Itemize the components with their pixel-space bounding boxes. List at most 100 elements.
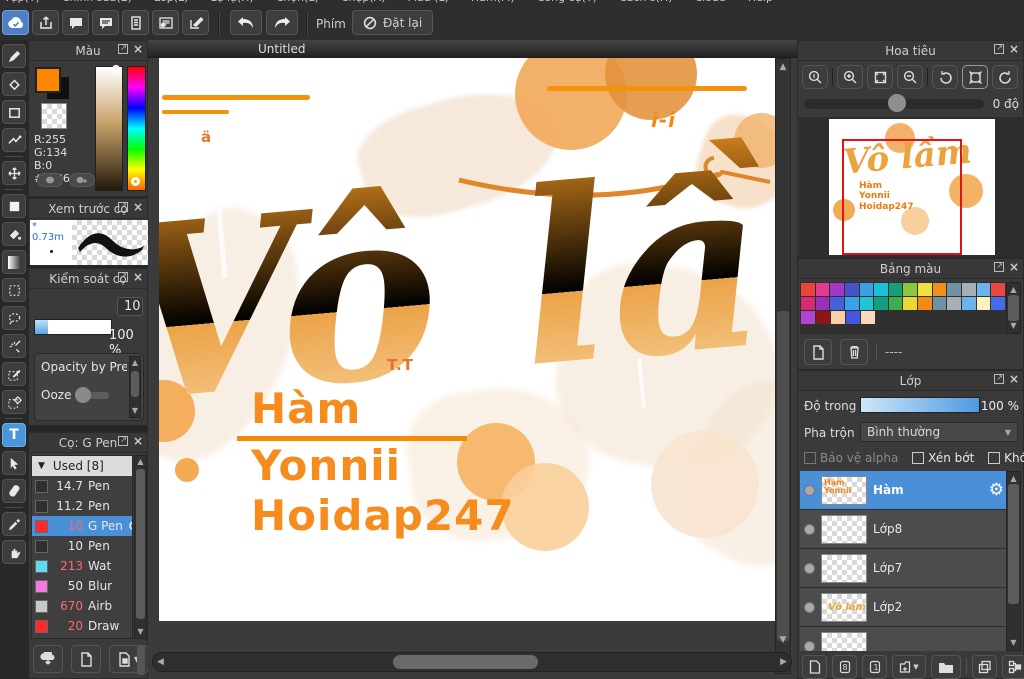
brush-size-slider[interactable] — [34, 319, 112, 335]
menu-item[interactable]: Lự lạ(H) — [210, 0, 253, 4]
new-folder-button[interactable] — [931, 655, 961, 679]
close-icon[interactable]: × — [1009, 43, 1019, 55]
brush-row[interactable]: 10 G Pen ⚙ — [32, 516, 132, 536]
new-8bit-layer-button[interactable]: 8 — [832, 655, 857, 679]
menu-item[interactable]: Mẫu (L) — [407, 0, 448, 4]
close-icon[interactable]: × — [1009, 373, 1019, 385]
object-select-tool-icon[interactable] — [2, 451, 26, 475]
move-tool-icon[interactable] — [2, 161, 26, 185]
menu-item[interactable]: Cloud — [694, 0, 725, 4]
brush-add-button[interactable] — [71, 645, 101, 673]
canvas[interactable]: Vô lầm ä i-i T.T Hàm Yonnii Hoidap247 — [159, 58, 775, 621]
palette-swatch[interactable] — [815, 297, 830, 310]
brush-row[interactable]: 11.2 Pen — [32, 496, 132, 516]
palette-swatch[interactable] — [830, 297, 844, 310]
zoom-actual-button[interactable] — [802, 65, 828, 89]
gear-icon[interactable]: ⚙ — [989, 480, 1004, 500]
fill-rect-tool-icon[interactable] — [2, 194, 26, 218]
export-icon[interactable] — [32, 10, 59, 35]
layer-scrollbar[interactable]: ▲ ▼ — [1006, 471, 1021, 651]
brush-option-opacity-by-pressure[interactable]: Opacity by Pre — [35, 354, 127, 374]
magic-wand-tool-icon[interactable] — [2, 334, 26, 358]
palette-swatch[interactable] — [947, 283, 962, 296]
merge-layer-button[interactable] — [1002, 655, 1024, 679]
popout-icon[interactable]: ↗ — [117, 272, 128, 282]
options-scrollbar[interactable]: ▲ ▼ — [129, 356, 141, 418]
palette-swatch[interactable] — [932, 297, 947, 310]
layer-blend-dropdown[interactable]: Bình thường ▼ — [860, 422, 1018, 442]
palette-swatch[interactable] — [831, 311, 845, 324]
palette-delete-button[interactable] — [840, 339, 868, 365]
compose-icon[interactable] — [182, 10, 209, 35]
palette-swatch[interactable] — [844, 297, 859, 310]
palette-swatch[interactable] — [918, 283, 932, 296]
popout-icon[interactable]: ↗ — [993, 44, 1004, 54]
popout-icon[interactable]: ↗ — [117, 436, 128, 446]
reset-button[interactable]: Đặt lại — [352, 10, 434, 35]
select-rect-tool-icon[interactable] — [2, 278, 26, 302]
menu-item[interactable]: Lớp(L) — [154, 0, 189, 4]
palette-swatch[interactable] — [861, 311, 875, 324]
duplicate-layer-button[interactable] — [972, 655, 997, 679]
palette-swatch[interactable] — [918, 297, 932, 310]
layer-visibility-dot[interactable] — [804, 601, 815, 613]
layer-row[interactable]: Lớp7 — [800, 549, 1008, 588]
canvas-hscrollbar[interactable]: ◀ ▶ — [152, 652, 792, 672]
brush-row[interactable]: 670 Airb — [32, 596, 132, 616]
menu-item[interactable]: Cách s(H) — [619, 0, 673, 4]
layer-row[interactable]: Lớp8 — [800, 510, 1008, 549]
palette-swatch[interactable] — [846, 311, 860, 324]
palette-swatch[interactable] — [801, 297, 815, 310]
close-icon[interactable]: × — [133, 435, 143, 447]
new-layer-button[interactable] — [802, 655, 827, 679]
menu-item[interactable]: Hàm(M) — [471, 0, 515, 4]
color-picker-button[interactable] — [69, 173, 95, 187]
select-pen-tool-icon[interactable] — [2, 362, 26, 386]
palette-swatch[interactable] — [991, 297, 1005, 310]
close-icon[interactable]: × — [133, 271, 143, 283]
menu-item[interactable]: Chỉnh sửa(E) — [62, 0, 132, 4]
soft-eraser-tool-icon[interactable] — [2, 479, 26, 503]
close-icon[interactable]: × — [133, 43, 143, 55]
brush-option-ooze[interactable]: Ooze — [41, 388, 71, 402]
brush-row[interactable]: 14.7 Pen — [32, 476, 132, 496]
brush-tool-icon[interactable] — [2, 44, 26, 68]
layer-visibility-dot[interactable] — [804, 562, 815, 574]
bucket-tool-icon[interactable] — [2, 222, 26, 246]
document-icon[interactable] — [122, 10, 149, 35]
brush-row[interactable]: 50 Blur — [32, 576, 132, 596]
popout-icon[interactable]: ↗ — [993, 374, 1004, 384]
reset-rotation-button[interactable] — [962, 65, 988, 89]
palette-swatch[interactable] — [976, 297, 991, 310]
document-tab[interactable]: Untitled — [258, 42, 305, 56]
transparent-color-swatch[interactable] — [41, 103, 67, 129]
palette-swatch[interactable] — [859, 283, 874, 296]
shape-tool-icon[interactable] — [2, 100, 26, 124]
message-icon[interactable] — [92, 10, 119, 35]
palette-swatch[interactable] — [830, 283, 844, 296]
popout-icon[interactable]: ↗ — [993, 262, 1004, 272]
redo-button[interactable] — [266, 10, 298, 35]
zoom-in-button[interactable] — [837, 65, 863, 89]
text-tool-icon[interactable]: T — [2, 423, 26, 447]
popout-icon[interactable]: ↗ — [117, 202, 128, 212]
alpha-protect-checkbox[interactable]: Bảo vệ alpha — [804, 451, 898, 465]
canvas-vscrollbar[interactable]: ▲ ▼ — [775, 58, 791, 674]
popout-icon[interactable]: ↗ — [117, 44, 128, 54]
saturation-value-picker[interactable] — [95, 65, 123, 191]
palette-add-button[interactable] — [804, 339, 832, 365]
menu-item[interactable]: Chọn(L) — [276, 0, 319, 4]
brush-download-button[interactable] — [33, 645, 63, 673]
gear-icon[interactable]: ⚙ — [128, 519, 132, 533]
comment-icon[interactable] — [62, 10, 89, 35]
eyedropper-tool-icon[interactable] — [2, 512, 26, 536]
clipping-checkbox[interactable]: Xén bớt — [912, 451, 974, 465]
palette-swatch[interactable] — [859, 297, 874, 310]
brush-size-value[interactable]: 10 — [117, 297, 143, 316]
close-icon[interactable]: × — [1009, 261, 1019, 273]
layer-opacity-slider[interactable] — [860, 397, 980, 413]
zoom-fit-button[interactable] — [867, 65, 893, 89]
palette-swatch[interactable] — [874, 297, 888, 310]
select-eraser-tool-icon[interactable] — [2, 390, 26, 414]
palette-swatch[interactable] — [888, 283, 903, 296]
